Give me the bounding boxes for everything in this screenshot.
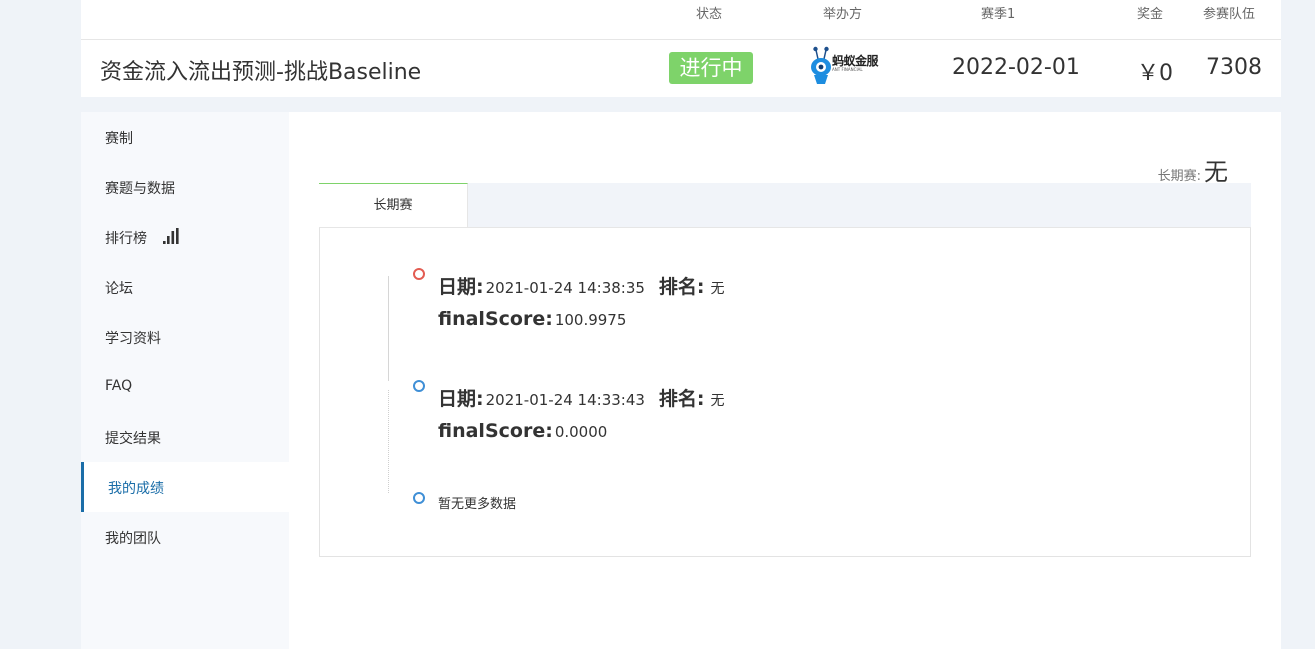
tab-long-term[interactable]: 长期赛 — [319, 183, 468, 228]
date-label: 日期: — [438, 276, 484, 298]
timeline-dot — [413, 380, 425, 392]
sidebar-item-label: 我的团队 — [105, 531, 161, 547]
long-term-label: 长期赛: — [1157, 169, 1201, 184]
sidebar-item-my-team[interactable]: 我的团队 — [81, 512, 289, 562]
sidebar-item-learning[interactable]: 学习资料 — [81, 312, 289, 362]
bar-chart-icon — [163, 228, 179, 244]
score-value: 0.0000 — [554, 423, 608, 441]
score-entry-date-row: 日期: 2021-01-24 14:33:43 排名: 无 — [438, 384, 725, 411]
sidebar: 赛制 赛题与数据 排行榜 论坛 学习资料 FAQ 提交结果 我的成绩 我的团队 — [81, 112, 289, 649]
sidebar-item-label: 提交结果 — [105, 431, 161, 447]
rank-value: 无 — [710, 281, 725, 297]
column-header-status: 状态 — [696, 7, 723, 22]
competition-header: 状态 举办方 赛季1 奖金 参赛队伍 资金流入流出预测-挑战Baseline 进… — [81, 0, 1281, 97]
column-header-season: 赛季1 — [981, 7, 1016, 22]
ant-financial-logo-icon — [811, 46, 831, 84]
sidebar-item-leaderboard[interactable]: 排行榜 — [81, 212, 289, 262]
no-more-data: 暂无更多数据 — [438, 497, 517, 512]
column-header-organizer: 举办方 — [823, 7, 863, 22]
score-label: finalScore: — [438, 420, 553, 442]
status-badge: 进行中 — [669, 52, 753, 84]
rank-label: 排名: — [658, 388, 705, 410]
score-entry-date-row: 日期: 2021-01-24 14:38:35 排名: 无 — [438, 272, 725, 299]
sidebar-item-label: 赛题与数据 — [105, 181, 175, 197]
score-value: 100.9975 — [554, 311, 627, 329]
sidebar-item-my-scores[interactable]: 我的成绩 — [81, 462, 289, 512]
score-entry-score-row: finalScore: 100.9975 — [438, 308, 626, 330]
sidebar-item-label: 赛制 — [105, 131, 133, 147]
sidebar-item-faq[interactable]: FAQ — [81, 362, 289, 412]
sidebar-item-label: 学习资料 — [105, 331, 161, 347]
competition-title[interactable]: 资金流入流出预测-挑战Baseline — [100, 54, 421, 86]
sidebar-item-rules[interactable]: 赛制 — [81, 112, 289, 162]
long-term-info: 长期赛: 无 — [1158, 152, 1228, 187]
timeline-line — [388, 276, 389, 381]
prize-amount: ￥0 — [1137, 61, 1173, 86]
sidebar-item-label: 我的成绩 — [108, 481, 164, 497]
score-entry-score-row: finalScore: 0.0000 — [438, 420, 607, 442]
timeline-line-dotted — [388, 390, 389, 493]
column-header-prize: 奖金 — [1137, 7, 1164, 22]
organizer-logo-sub: ANT FINANCIAL — [832, 67, 863, 72]
season-date: 2022-02-01 — [952, 55, 1080, 80]
header-divider — [81, 39, 1281, 40]
timeline-dot — [413, 268, 425, 280]
tab-bar: 长期赛 — [319, 183, 1251, 228]
date-label: 日期: — [438, 388, 484, 410]
column-header-teams: 参赛队伍 — [1203, 7, 1256, 22]
sidebar-item-label: FAQ — [105, 378, 133, 394]
sidebar-item-problem-data[interactable]: 赛题与数据 — [81, 162, 289, 212]
score-label: finalScore: — [438, 308, 553, 330]
sidebar-item-forum[interactable]: 论坛 — [81, 262, 289, 312]
sidebar-item-label: 论坛 — [105, 281, 133, 297]
timeline-dot — [413, 492, 425, 504]
organizer-logo[interactable]: 蚂蚁金服 ANT FINANCIAL — [808, 44, 888, 88]
date-value: 2021-01-24 14:38:35 — [485, 279, 645, 297]
rank-label: 排名: — [658, 276, 705, 298]
rank-value: 无 — [710, 393, 725, 409]
date-value: 2021-01-24 14:33:43 — [485, 391, 645, 409]
main-content: 长期赛: 无 长期赛 日期: 2021-01-24 14:38:35 排名: 无 fin… — [289, 112, 1281, 649]
sidebar-item-submit[interactable]: 提交结果 — [81, 412, 289, 462]
sidebar-item-label: 排行榜 — [105, 231, 147, 247]
team-count: 7308 — [1206, 55, 1262, 80]
long-term-value: 无 — [1204, 158, 1228, 186]
